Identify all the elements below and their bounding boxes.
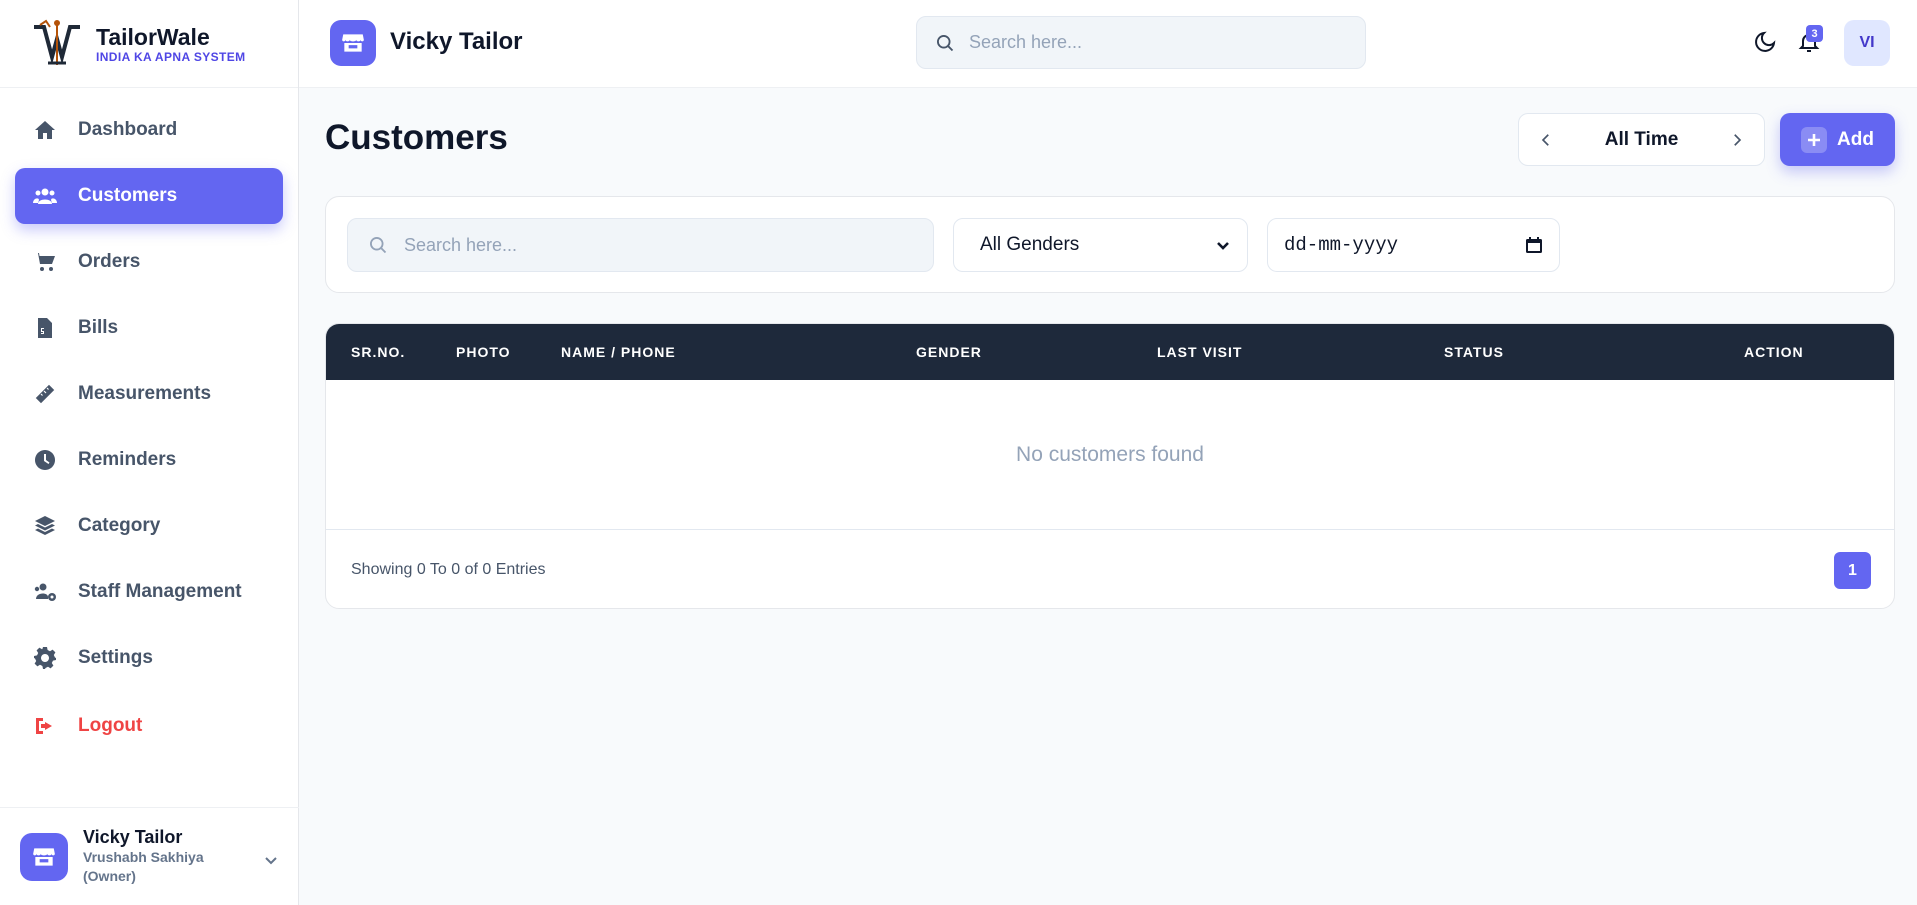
sidebar-item-staff-management[interactable]: Staff Management [15, 564, 283, 620]
sidebar-item-dashboard[interactable]: Dashboard [15, 102, 283, 158]
tailorwale-logo-icon [34, 19, 80, 65]
gender-select[interactable]: All Genders [953, 218, 1248, 272]
sidebar: TailorWale INDIA KA APNA SYSTEM Dashboar… [0, 0, 299, 905]
customers-table: SR.NO. PHOTO NAME / PHONE GENDER LAST VI… [325, 323, 1895, 609]
sidebar-item-label: Reminders [78, 449, 177, 470]
sidebar-item-reminders[interactable]: Reminders [15, 432, 283, 488]
period-selector: All Time [1518, 113, 1765, 166]
chevron-down-icon[interactable] [263, 852, 279, 873]
global-search-input[interactable] [969, 32, 1329, 53]
sidebar-item-label: Staff Management [78, 581, 242, 602]
store-icon [330, 20, 376, 66]
period-label: All Time [1604, 128, 1679, 150]
profile-subtitle: Vrushabh Sakhiya (Owner) [83, 849, 204, 884]
brand[interactable]: TailorWale INDIA KA APNA SYSTEM [0, 0, 298, 88]
chevron-left-icon[interactable] [1537, 131, 1555, 149]
sidebar-item-bills[interactable]: Bills [15, 300, 283, 356]
profile-name: Vicky Tailor [83, 827, 183, 847]
profile-card[interactable]: Vicky Tailor Vrushabh Sakhiya (Owner) [0, 807, 299, 905]
gender-selected-value: All Genders [980, 234, 1080, 255]
sidebar-item-label: Customers [78, 185, 178, 206]
customer-search-input[interactable] [404, 234, 904, 256]
shop-name: Vicky Tailor [390, 28, 523, 55]
add-customer-button[interactable]: Add [1780, 113, 1895, 166]
staff-icon [32, 579, 58, 605]
logout-icon [32, 713, 58, 739]
search-icon [370, 237, 387, 254]
sidebar-item-customers[interactable]: Customers [15, 168, 283, 224]
gear-icon [32, 645, 58, 671]
column-header-status: STATUS [1444, 344, 1504, 360]
dark-mode-toggle-icon[interactable] [1753, 30, 1777, 59]
column-header-action: ACTION [1744, 344, 1804, 360]
table-header: SR.NO. PHOTO NAME / PHONE GENDER LAST VI… [326, 324, 1894, 380]
sidebar-item-label: Category [78, 515, 161, 536]
brand-tagline: INDIA KA APNA SYSTEM [96, 49, 246, 64]
sidebar-item-category[interactable]: Category [15, 498, 283, 554]
topbar: Vicky Tailor 3 VI [299, 0, 1917, 88]
sidebar-item-measurements[interactable]: Measurements [15, 366, 283, 422]
logout-label: Logout [78, 715, 143, 736]
empty-state-message: No customers found [326, 380, 1894, 530]
chevron-right-icon[interactable] [1728, 131, 1746, 149]
column-header-sr-no: SR.NO. [351, 344, 406, 360]
date-filter-input[interactable]: dd-mm-yyyy [1267, 218, 1560, 272]
layers-icon [32, 513, 58, 539]
sidebar-item-orders[interactable]: Orders [15, 234, 283, 290]
search-icon [937, 34, 954, 51]
pagination-summary: Showing 0 To 0 of 0 Entries [351, 561, 546, 578]
chevron-down-icon [1217, 242, 1229, 250]
sidebar-item-label: Settings [78, 647, 153, 668]
users-icon [32, 183, 58, 209]
global-search[interactable] [916, 16, 1366, 69]
filter-bar: All Genders dd-mm-yyyy [325, 196, 1895, 293]
sidebar-item-settings[interactable]: Settings [15, 630, 283, 686]
column-header-gender: GENDER [916, 344, 982, 360]
ruler-icon [32, 381, 58, 407]
page-title: Customers [325, 118, 508, 157]
column-header-name-phone: NAME / PHONE [561, 344, 676, 360]
brand-name: TailorWale [96, 23, 210, 50]
date-placeholder: dd-mm-yyyy [1284, 234, 1399, 256]
pagination-page-1[interactable]: 1 [1834, 552, 1871, 589]
column-header-photo: PHOTO [456, 344, 511, 360]
home-icon [32, 117, 58, 143]
sidebar-item-label: Dashboard [78, 119, 178, 140]
add-button-label: Add [1837, 128, 1874, 150]
sidebar-item-label: Measurements [78, 383, 212, 404]
clock-icon [32, 447, 58, 473]
sidebar-item-label: Orders [78, 251, 141, 272]
sidebar-item-label: Bills [78, 317, 119, 338]
store-icon [20, 832, 68, 881]
cart-icon [32, 249, 58, 275]
plus-icon [1801, 126, 1828, 153]
sidebar-nav: Dashboard Customers Orders Bills Measure… [0, 88, 298, 754]
column-header-last-visit: LAST VISIT [1157, 344, 1243, 360]
bill-icon [32, 315, 58, 341]
user-avatar[interactable]: VI [1844, 20, 1890, 66]
calendar-icon[interactable] [1525, 236, 1543, 254]
notification-badge: 3 [1806, 25, 1823, 42]
customer-search[interactable] [347, 218, 934, 272]
logout-button[interactable]: Logout [15, 698, 283, 754]
